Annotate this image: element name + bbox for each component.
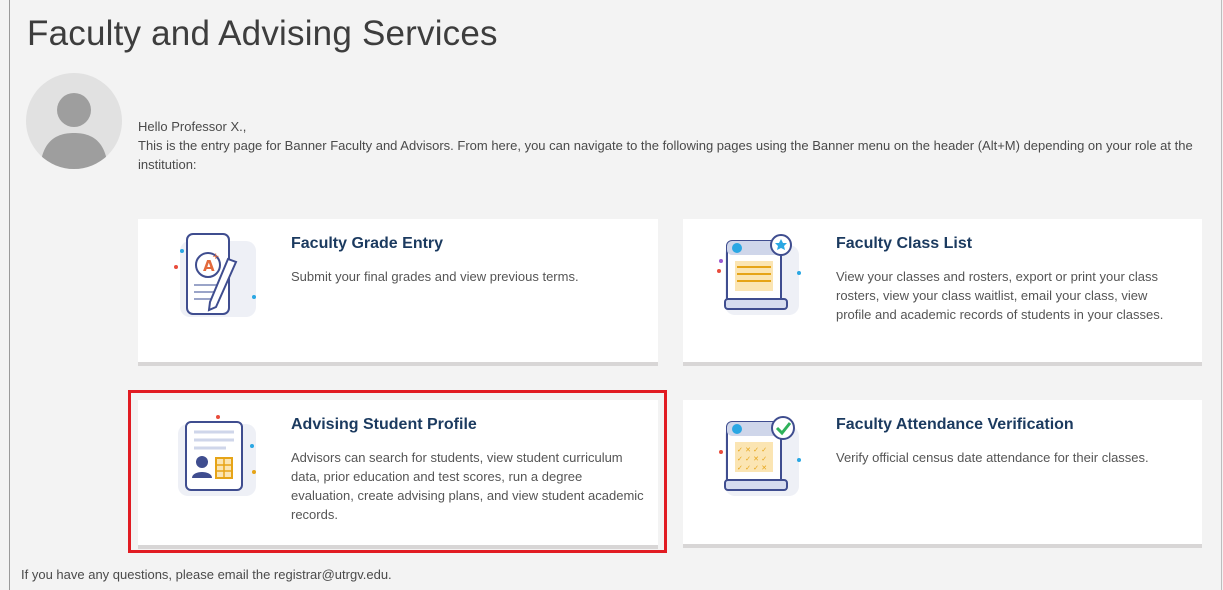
card-title[interactable]: Faculty Class List (836, 235, 972, 253)
svg-text:+: + (212, 252, 220, 262)
svg-text:✓ ✓ ✕ ✓: ✓ ✓ ✕ ✓ (737, 455, 767, 463)
card-title[interactable]: Faculty Attendance Verification (836, 416, 1074, 434)
card-description: View your classes and rosters, export or… (836, 269, 1164, 322)
class-list-icon (717, 234, 801, 315)
selection-highlight (128, 390, 667, 553)
footer-contact: If you have any questions, please email … (21, 567, 392, 582)
attendance-verification-icon: ✓ ✕ ✓ ✓ ✓ ✓ ✕ ✓ ✓ ✓ ✓ ✕ (719, 416, 801, 496)
card-title[interactable]: Faculty Grade Entry (291, 235, 443, 253)
svg-text:✓ ✕ ✓ ✓: ✓ ✕ ✓ ✓ (737, 446, 767, 454)
avatar (26, 73, 122, 169)
user-silhouette-icon (40, 93, 108, 169)
card-description: Submit your final grades and view previo… (291, 269, 579, 284)
card-faculty-grade-entry[interactable]: A + Faculty Grade Entry Submit your fina… (138, 219, 658, 366)
intro-description: This is the entry page for Banner Facult… (138, 138, 1193, 172)
card-description: Verify official census date attendance f… (836, 450, 1149, 465)
greeting: Hello Professor X., (138, 119, 247, 134)
intro-text: Hello Professor X., This is the entry pa… (138, 117, 1198, 174)
card-faculty-attendance-verification[interactable]: ✓ ✕ ✓ ✓ ✓ ✓ ✕ ✓ ✓ ✓ ✓ ✕ Faculty Attendan… (683, 400, 1202, 548)
grade-entry-icon: A + (174, 233, 256, 317)
card-faculty-class-list[interactable]: Faculty Class List View your classes and… (683, 219, 1202, 366)
page-title: Faculty and Advising Services (27, 14, 498, 53)
svg-text:✓ ✓ ✓ ✕: ✓ ✓ ✓ ✕ (737, 464, 767, 472)
